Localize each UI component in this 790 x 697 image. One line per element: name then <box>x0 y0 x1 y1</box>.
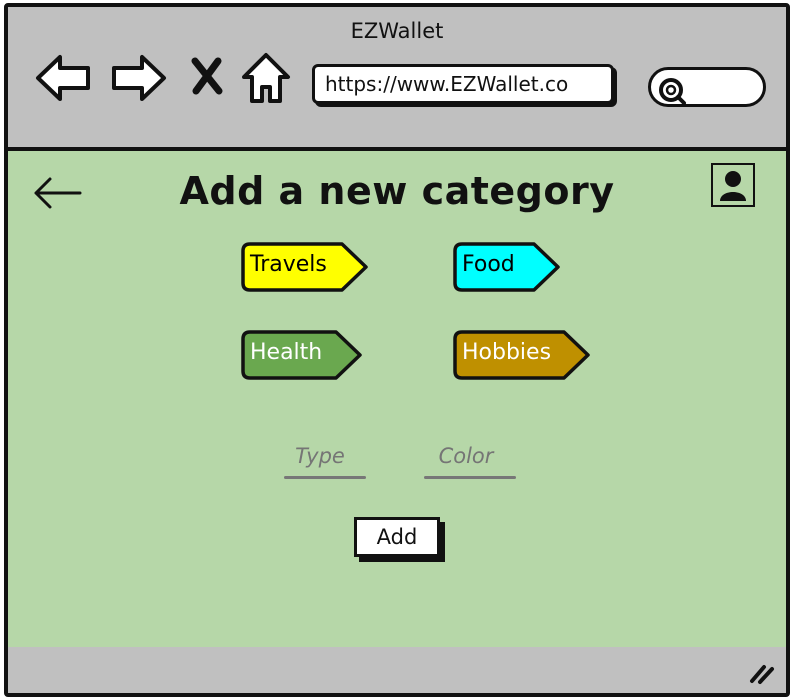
category-tag-health[interactable]: Health <box>240 329 370 381</box>
category-label: Hobbies <box>462 340 552 365</box>
color-input-underline <box>424 476 516 479</box>
category-tag-travels[interactable]: Travels <box>240 241 370 293</box>
browser-titlebar: EZWallet https://www.EZWallet.co <box>8 7 786 147</box>
add-button[interactable]: Add <box>354 517 440 557</box>
category-label: Health <box>250 340 323 365</box>
url-bar[interactable]: https://www.EZWallet.co <box>312 64 614 104</box>
browser-window: EZWallet https://www.EZWallet.co Add a n… <box>4 3 790 697</box>
type-input[interactable] <box>272 433 368 479</box>
browser-search-box[interactable] <box>648 67 766 107</box>
search-icon <box>659 78 686 105</box>
browser-statusbar <box>8 647 786 693</box>
url-text: https://www.EZWallet.co <box>325 72 569 96</box>
type-input-underline <box>284 476 366 479</box>
window-title: EZWallet <box>350 19 444 43</box>
home-icon[interactable] <box>240 51 292 109</box>
color-input[interactable] <box>418 433 514 479</box>
close-icon[interactable] <box>190 57 224 99</box>
resize-grip-icon[interactable] <box>748 661 776 689</box>
forward-arrow-icon[interactable] <box>110 53 168 107</box>
category-tag-food[interactable]: Food <box>452 241 582 293</box>
category-tag-hobbies[interactable]: Hobbies <box>452 329 592 381</box>
back-arrow-icon[interactable] <box>34 53 92 107</box>
category-label: Food <box>462 252 515 277</box>
page-title: Add a new category <box>179 169 615 213</box>
category-label: Travels <box>250 252 327 277</box>
user-avatar-icon[interactable] <box>711 163 755 207</box>
page-content: Add a new category Travels Food Health H… <box>8 147 786 651</box>
